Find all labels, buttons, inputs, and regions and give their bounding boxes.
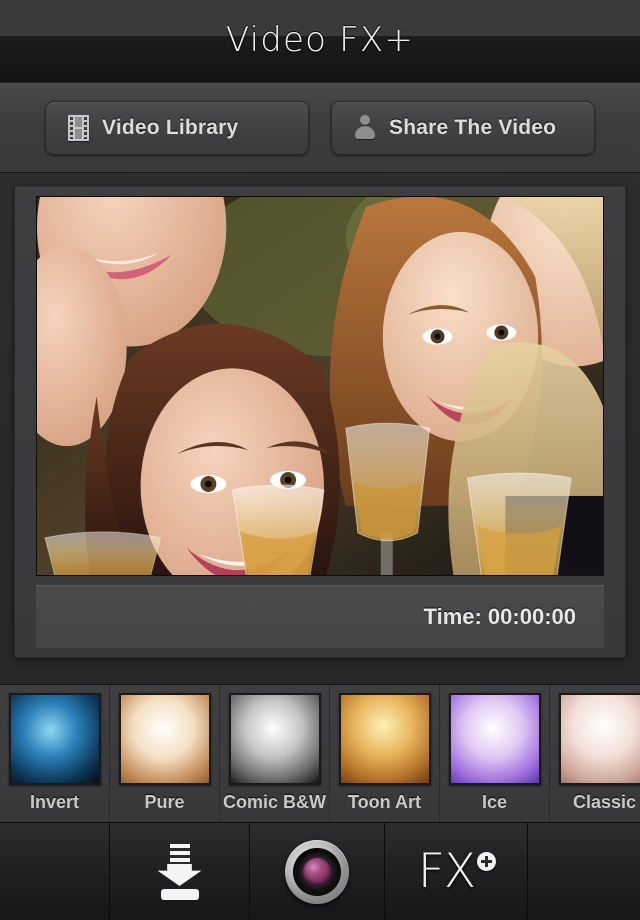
video-frame[interactable] xyxy=(36,196,604,576)
record-button[interactable] xyxy=(250,823,385,920)
time-display: Time: 00:00:00 xyxy=(423,604,576,629)
time-bar: Time: 00:00:00 xyxy=(36,585,604,648)
top-action-bar: Video Library Share The Video xyxy=(0,83,640,173)
filter-strip[interactable]: Invert Pure Comic B&W Toon Art Ice Class… xyxy=(0,684,640,822)
video-fx-app: Video FX+ Video Library Share The Video xyxy=(0,0,640,920)
filter-thumbnail xyxy=(228,693,321,785)
page-title: Video FX+ xyxy=(225,19,415,60)
filter-thumb-image xyxy=(450,695,539,783)
filter-thumbnail xyxy=(8,693,101,785)
filter-thumb-image xyxy=(560,695,640,783)
filter-label: Toon Art xyxy=(348,792,421,812)
filter-thumbnail xyxy=(118,693,211,785)
toolbar-slot-right xyxy=(528,823,640,920)
fx-plus-icon: FX xyxy=(417,843,497,899)
filter-item-classic[interactable]: Classic xyxy=(550,685,640,822)
filter-thumbnail xyxy=(558,693,640,785)
filter-label: Comic B&W xyxy=(223,792,326,812)
filter-thumb-image xyxy=(340,695,429,783)
filter-thumb-image xyxy=(230,695,319,783)
plus-badge-icon xyxy=(477,851,497,871)
filter-thumb-image xyxy=(10,695,99,783)
filter-label: Ice xyxy=(481,792,508,812)
filter-item-comic-bw[interactable]: Comic B&W xyxy=(220,685,330,822)
filter-item-ice[interactable]: Ice xyxy=(440,685,550,822)
share-the-video-button[interactable]: Share The Video xyxy=(331,100,595,155)
person-icon xyxy=(354,115,376,140)
filter-item-invert[interactable]: Invert xyxy=(0,685,110,822)
camera-lens-icon xyxy=(285,840,349,904)
save-button[interactable] xyxy=(110,823,250,920)
filter-thumbnail xyxy=(448,693,541,785)
title-bar: Video FX+ xyxy=(0,0,640,82)
download-icon xyxy=(154,844,206,900)
filter-label: Invert xyxy=(29,792,80,812)
bottom-toolbar: FX xyxy=(0,822,640,920)
toolbar-slot-left xyxy=(0,823,110,920)
video-preview-panel: Time: 00:00:00 xyxy=(14,186,626,658)
filter-thumbnail xyxy=(338,693,431,785)
filter-label: Classic xyxy=(572,792,637,812)
share-the-video-label: Share The Video xyxy=(389,115,557,139)
video-library-button[interactable]: Video Library xyxy=(45,100,309,155)
filter-label: Pure xyxy=(144,792,185,812)
filter-thumb-image xyxy=(120,695,209,783)
video-library-label: Video Library xyxy=(102,115,239,139)
video-preview-image xyxy=(37,197,603,575)
filter-item-toon-art[interactable]: Toon Art xyxy=(330,685,440,822)
fx-label: FX xyxy=(417,843,476,899)
fx-button[interactable]: FX xyxy=(385,823,528,920)
film-strip-icon xyxy=(68,114,89,141)
filter-item-pure[interactable]: Pure xyxy=(110,685,220,822)
